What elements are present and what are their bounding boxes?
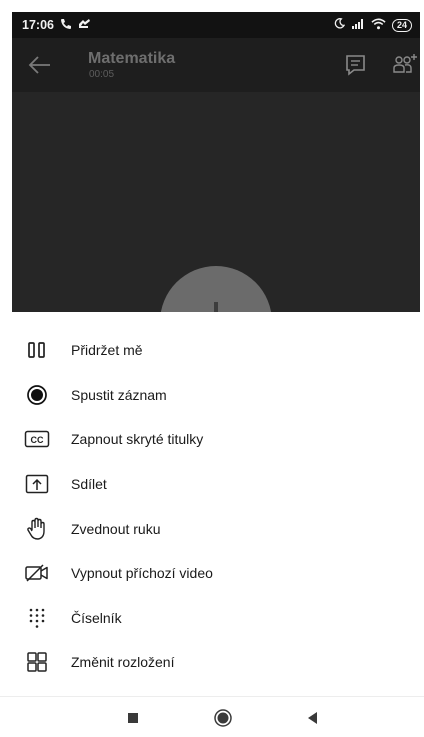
call-duration: 00:05 bbox=[89, 69, 115, 80]
pause-icon bbox=[24, 337, 50, 363]
menu-item-hold[interactable]: Přidržet mě bbox=[0, 328, 424, 373]
menu-item-captions[interactable]: CC Zapnout skryté titulky bbox=[0, 417, 424, 462]
status-bar: 17:06 24 bbox=[12, 12, 420, 38]
menu-item-dialpad[interactable]: Číselník bbox=[0, 596, 424, 641]
record-icon bbox=[24, 382, 50, 408]
menu-item-label: Vypnout příchozí video bbox=[71, 565, 213, 582]
home-circle-icon bbox=[214, 709, 232, 727]
menu-item-label: Přidržet mě bbox=[71, 342, 143, 359]
phone-icon bbox=[60, 18, 72, 33]
moon-icon bbox=[334, 18, 346, 32]
menu-item-label: Spustit záznam bbox=[71, 386, 167, 403]
menu-item-share[interactable]: Sdílet bbox=[0, 462, 424, 507]
call-header: Matematika 00:05 bbox=[12, 38, 420, 92]
video-off-icon bbox=[24, 560, 50, 586]
dialpad-icon bbox=[24, 605, 50, 631]
arrow-left-icon bbox=[28, 56, 50, 74]
add-participants-button[interactable] bbox=[392, 52, 420, 78]
raise-hand-icon bbox=[24, 516, 50, 542]
back-button[interactable] bbox=[26, 52, 54, 78]
layout-grid-icon bbox=[24, 649, 50, 675]
chat-button[interactable] bbox=[342, 52, 370, 78]
share-screen-icon bbox=[24, 471, 50, 497]
menu-item-label: Změnit rozložení bbox=[71, 654, 175, 671]
recents-button[interactable] bbox=[122, 707, 144, 729]
call-video-area: Matematika 00:05 bbox=[12, 38, 420, 312]
signal-icon bbox=[351, 18, 365, 32]
menu-item-record[interactable]: Spustit záznam bbox=[0, 373, 424, 418]
participant-avatar bbox=[160, 266, 272, 312]
square-icon bbox=[128, 713, 138, 723]
menu-item-label: Sdílet bbox=[71, 476, 107, 493]
notification-icon bbox=[78, 18, 91, 33]
svg-text:CC: CC bbox=[31, 435, 44, 445]
home-button[interactable] bbox=[212, 707, 234, 729]
battery-indicator: 24 bbox=[391, 18, 412, 32]
avatar-glyph bbox=[214, 302, 218, 312]
menu-item-incoming-video-off[interactable]: Vypnout příchozí video bbox=[0, 551, 424, 596]
menu-item-label: Zapnout skryté titulky bbox=[71, 431, 204, 448]
status-time: 17:06 bbox=[22, 18, 54, 32]
triangle-back-icon bbox=[308, 712, 317, 724]
add-people-icon bbox=[393, 54, 417, 73]
menu-item-raise-hand[interactable]: Zvednout ruku bbox=[0, 506, 424, 551]
back-nav-button[interactable] bbox=[302, 707, 324, 729]
chat-icon bbox=[346, 55, 365, 76]
menu-item-change-layout[interactable]: Změnit rozložení bbox=[0, 640, 424, 685]
menu-item-label: Číselník bbox=[71, 609, 122, 626]
call-options-menu: Přidržet mě Spustit záznam CC Zapnout sk… bbox=[0, 328, 424, 685]
menu-item-label: Zvednout ruku bbox=[71, 520, 161, 537]
wifi-icon bbox=[371, 18, 386, 33]
closed-captions-icon: CC bbox=[24, 426, 50, 452]
system-nav-bar bbox=[0, 696, 424, 737]
call-title: Matematika bbox=[88, 50, 176, 67]
